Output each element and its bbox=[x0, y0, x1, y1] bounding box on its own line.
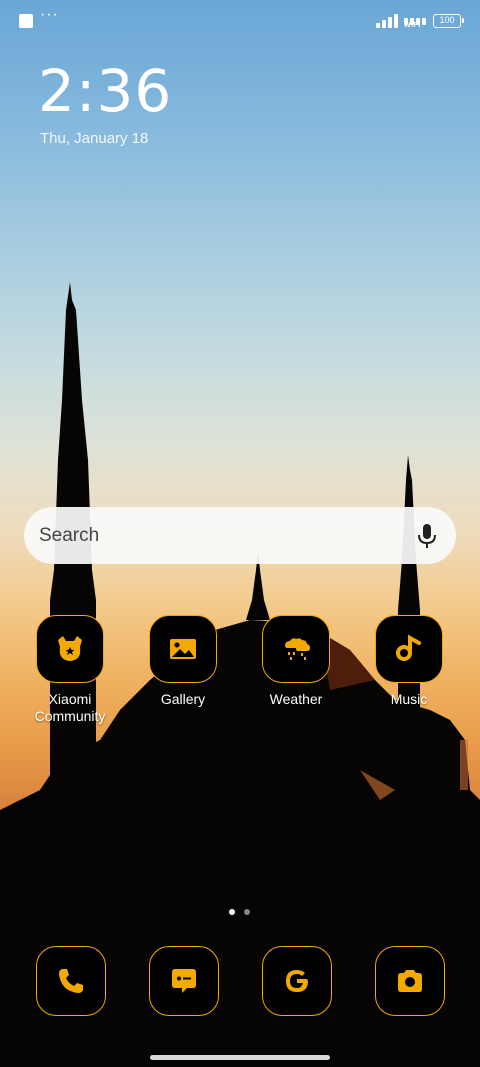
gallery-icon[interactable] bbox=[149, 615, 217, 683]
microphone-icon[interactable] bbox=[416, 522, 438, 550]
dock-camera[interactable] bbox=[375, 946, 445, 1016]
page-indicator-dot-active bbox=[229, 909, 235, 915]
app-xiaomi-community[interactable]: Xiaomi Community bbox=[25, 615, 115, 725]
app-gallery[interactable]: Gallery bbox=[138, 615, 228, 708]
gesture-nav-bar[interactable] bbox=[150, 1055, 330, 1060]
search-placeholder: Search bbox=[39, 525, 100, 546]
more-notifications-icon: ··· bbox=[40, 6, 59, 23]
clock-time[interactable]: 2:36 bbox=[38, 56, 172, 126]
app-label: Music bbox=[390, 691, 428, 707]
battery-icon: 100 bbox=[433, 14, 464, 28]
search-bar[interactable]: Search bbox=[24, 507, 456, 564]
weather-icon[interactable] bbox=[262, 615, 330, 683]
app-music[interactable]: Music bbox=[364, 615, 454, 708]
music-icon[interactable] bbox=[375, 615, 443, 683]
dock-phone[interactable] bbox=[36, 946, 106, 1016]
app-weather[interactable]: Weather bbox=[251, 615, 341, 708]
xiaomi-community-icon[interactable] bbox=[36, 615, 104, 683]
dock-google[interactable] bbox=[262, 946, 332, 1016]
wifi-label: WIFI bbox=[404, 22, 421, 29]
dock-messages[interactable] bbox=[149, 946, 219, 1016]
notification-icon bbox=[19, 14, 33, 28]
page-indicator-dot bbox=[244, 909, 250, 915]
app-label: Weather bbox=[269, 691, 323, 707]
messages-icon bbox=[172, 969, 196, 993]
battery-level: 100 bbox=[439, 15, 455, 25]
camera-icon bbox=[398, 970, 422, 992]
phone-icon bbox=[59, 969, 83, 993]
status-bar: ··· WIFI 100 bbox=[0, 0, 480, 40]
app-label: Gallery bbox=[160, 691, 206, 707]
app-label: Xiaomi Community bbox=[34, 691, 106, 724]
cellular-signal-icon bbox=[376, 14, 398, 28]
google-icon bbox=[286, 970, 308, 992]
clock-date[interactable]: Thu, January 18 bbox=[40, 130, 148, 147]
